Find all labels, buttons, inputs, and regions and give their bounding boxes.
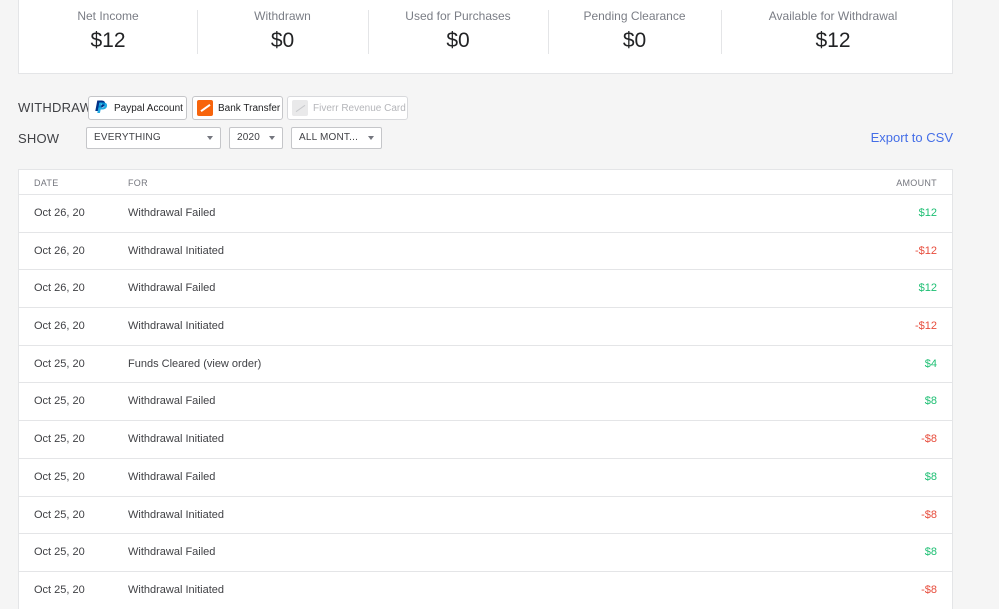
row-description: Withdrawal Failed: [128, 546, 216, 559]
bank-transfer-button[interactable]: Bank Transfer: [192, 96, 283, 120]
chevron-down-icon: [368, 136, 374, 140]
table-row: Oct 26, 20 Withdrawal Initiated -$12: [19, 308, 952, 346]
stat-pending-clearance: Pending Clearance $0: [548, 0, 721, 74]
table-row: Oct 25, 20 Withdrawal Initiated -$8: [19, 497, 952, 535]
show-label: SHOW: [18, 131, 60, 146]
earnings-summary-panel: Net Income $12 Withdrawn $0 Used for Pur…: [18, 0, 953, 74]
stat-label: Pending Clearance: [583, 9, 686, 23]
table-row: Oct 25, 20 Withdrawal Failed $8: [19, 383, 952, 422]
stat-net-income: Net Income $12: [19, 0, 197, 74]
row-description: Withdrawal Failed: [128, 470, 216, 483]
row-date: Oct 25, 20: [34, 546, 85, 559]
row-description: Withdrawal Failed: [128, 207, 216, 219]
column-header-for: FOR: [128, 178, 148, 188]
type-filter-value: EVERYTHING: [94, 132, 161, 143]
revenue-card-icon: [292, 100, 308, 116]
withdraw-label: WITHDRAW: [18, 100, 93, 115]
row-amount: -$8: [921, 433, 937, 446]
table-row: Oct 25, 20 Funds Cleared (view order) $4: [19, 346, 952, 384]
fiverr-revenue-card-label: Fiverr Revenue Card: [313, 102, 406, 114]
row-description: Withdrawal Initiated: [128, 583, 224, 596]
row-date: Oct 25, 20: [34, 433, 85, 446]
row-date: Oct 25, 20: [34, 583, 85, 596]
stat-label: Withdrawn: [254, 9, 311, 23]
row-description[interactable]: Funds Cleared (view order): [128, 358, 261, 370]
fiverr-revenue-card-button[interactable]: Fiverr Revenue Card: [287, 96, 408, 120]
table-row: Oct 25, 20 Withdrawal Initiated -$8: [19, 421, 952, 459]
export-to-csv-link[interactable]: Export to CSV: [871, 130, 953, 145]
row-description: Withdrawal Initiated: [128, 433, 224, 446]
stat-used-for-purchases: Used for Purchases $0: [368, 0, 548, 74]
paypal-account-button[interactable]: Paypal Account: [88, 96, 187, 120]
row-description: Withdrawal Failed: [128, 282, 216, 295]
row-date: Oct 25, 20: [34, 357, 85, 370]
row-date: Oct 26, 20: [34, 282, 85, 295]
row-amount: $8: [924, 395, 937, 408]
row-date: Oct 26, 20: [34, 320, 85, 333]
chevron-down-icon: [207, 136, 213, 140]
row-amount: $8: [924, 470, 937, 483]
stat-value: $0: [270, 29, 295, 52]
row-description: Withdrawal Initiated: [128, 508, 224, 521]
stat-value: $12: [815, 29, 851, 52]
row-date: Oct 25, 20: [34, 395, 85, 408]
row-date: Oct 26, 20: [34, 244, 85, 257]
column-header-amount: AMOUNT: [896, 178, 937, 188]
column-header-date: DATE: [34, 178, 59, 188]
stat-label: Net Income: [77, 9, 139, 23]
table-row: Oct 25, 20 Withdrawal Initiated -$8: [19, 572, 952, 609]
paypal-account-label: Paypal Account: [114, 102, 183, 114]
stat-label: Used for Purchases: [405, 9, 511, 23]
row-amount: $8: [924, 546, 937, 559]
bank-transfer-icon: [197, 100, 213, 116]
stat-withdrawn: Withdrawn $0: [197, 0, 368, 74]
row-amount: -$12: [914, 320, 937, 333]
row-description: Withdrawal Initiated: [128, 244, 224, 257]
stat-value: $12: [90, 29, 126, 52]
row-date: Oct 25, 20: [34, 508, 85, 521]
table-row: Oct 26, 20 Withdrawal Failed $12: [19, 270, 952, 309]
year-filter-value: 2020: [237, 132, 261, 143]
transactions-table: DATE FOR AMOUNT Oct 26, 20 Withdrawal Fai…: [18, 169, 953, 609]
row-date: Oct 25, 20: [34, 470, 85, 483]
month-filter-value: ALL MONT...: [299, 132, 359, 143]
row-amount: -$12: [914, 244, 937, 257]
stat-value: $0: [446, 29, 470, 52]
stat-available-for-withdrawal: Available for Withdrawal $12: [721, 0, 945, 74]
type-filter-select[interactable]: EVERYTHING: [86, 127, 221, 149]
row-date: Oct 26, 20: [34, 207, 85, 219]
stat-value: $0: [622, 29, 647, 52]
year-filter-select[interactable]: 2020: [229, 127, 283, 149]
table-row: Oct 25, 20 Withdrawal Failed $8: [19, 534, 952, 572]
bank-transfer-label: Bank Transfer: [218, 102, 281, 114]
row-description: Withdrawal Initiated: [128, 320, 224, 333]
row-amount: $4: [924, 357, 937, 370]
table-row: Oct 25, 20 Withdrawal Failed $8: [19, 459, 952, 497]
chevron-down-icon: [269, 136, 275, 140]
stat-label: Available for Withdrawal: [768, 9, 898, 23]
month-filter-select[interactable]: ALL MONT...: [291, 127, 382, 149]
table-row: Oct 26, 20 Withdrawal Initiated -$12: [19, 233, 952, 271]
table-body: Oct 26, 20 Withdrawal Failed $12 Oct 26, 20…: [19, 195, 952, 609]
row-description: Withdrawal Failed: [128, 395, 216, 408]
row-amount: $12: [918, 282, 937, 295]
paypal-icon: [93, 99, 109, 117]
row-amount: -$8: [921, 508, 937, 521]
row-amount: $12: [918, 207, 937, 219]
table-row: Oct 26, 20 Withdrawal Failed $12: [19, 195, 952, 233]
row-amount: -$8: [921, 583, 937, 596]
table-header: DATE FOR AMOUNT: [19, 170, 952, 195]
